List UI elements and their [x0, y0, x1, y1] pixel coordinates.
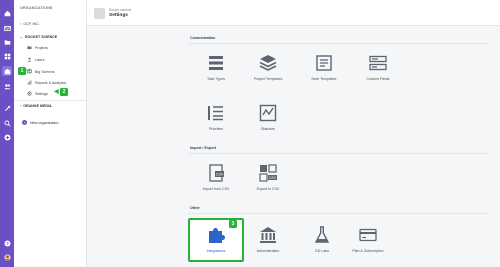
org-sidebar: ORGANIZATIONS › GCP, INC. ⌄ ROCKET SCIEN… [14, 0, 87, 267]
statuses-icon [257, 102, 279, 124]
svg-text:CSV: CSV [269, 176, 277, 180]
org-orange-label: ORANGE MEDIA [23, 104, 52, 108]
step-badge-1: 1 [18, 67, 26, 75]
sidebar-item-big-screens[interactable]: Big Screens [27, 69, 54, 74]
priorities-icon [205, 102, 227, 124]
chevron-right-icon: › [20, 22, 22, 26]
section-divider [188, 43, 488, 44]
arrow-left-icon: ◀ [54, 89, 59, 95]
tile-label: Task Types [207, 77, 225, 81]
task-types-icon [205, 52, 227, 74]
org-gcp-label: GCP, INC. [23, 22, 40, 26]
search-icon[interactable] [2, 118, 12, 128]
sidebar-item-label: Projects [35, 45, 48, 50]
tile-label: GD Labs [314, 249, 330, 253]
sidebar-item-projects[interactable]: Projects [27, 45, 48, 50]
tile-administration[interactable]: Administration [240, 220, 296, 264]
svg-text:CSV: CSV [216, 173, 224, 177]
flask-icon [311, 224, 333, 246]
sidebar-item-reports[interactable]: Reports & Analytics [27, 80, 66, 85]
tile-plan-subscription[interactable]: Plan & Subscription [340, 220, 396, 264]
section-import-export: Import / Export [190, 146, 217, 150]
tile-statuses[interactable]: Statuses [240, 98, 296, 142]
section-divider [188, 153, 488, 154]
tile-task-types[interactable]: Task Types [188, 48, 244, 92]
projects-icon [27, 45, 32, 50]
sidebar-item-settings[interactable]: Settings [27, 91, 48, 96]
sidebar-item-label: Settings [35, 91, 48, 96]
user-avatar[interactable] [2, 252, 12, 262]
step-badge-3: 3 [229, 220, 237, 228]
reports-icon [27, 80, 32, 85]
organizations-heading: ORGANIZATIONS [20, 6, 53, 10]
custom-fields-icon [367, 52, 389, 74]
team-icon[interactable] [2, 81, 12, 91]
tile-label: Custom Fields [366, 77, 390, 81]
home-icon[interactable] [2, 8, 12, 18]
breadcrumb[interactable]: Rocket science [109, 8, 131, 12]
step-badge-2: 2 [60, 88, 68, 96]
section-other: Other [190, 206, 200, 210]
board-icon[interactable] [2, 66, 12, 76]
section-divider [188, 213, 488, 214]
sidebar-divider [14, 100, 87, 101]
tile-label: Plan & Subscription [352, 249, 384, 253]
tile-export-csv[interactable]: CSV Export to CSV [240, 158, 296, 202]
tile-label: Export to CSV [256, 187, 280, 191]
org-orange-media[interactable]: › ORANGE MEDIA [20, 104, 52, 108]
sidebar-item-label: Reports & Analytics [35, 80, 67, 85]
org-rocket-science[interactable]: ⌄ ROCKET SCIENCE [20, 35, 57, 39]
tile-label: Integrations [206, 249, 226, 253]
tile-label: Project Templates [253, 77, 283, 81]
org-gcp[interactable]: › GCP, INC. [20, 22, 40, 26]
arrow-right-icon: ➜ [26, 68, 32, 74]
dashboard-icon[interactable] [2, 51, 12, 61]
chevron-down-icon: ⌄ [20, 35, 24, 39]
tile-project-templates[interactable]: Project Templates [240, 48, 296, 92]
tile-label: Administration [256, 249, 280, 253]
tile-custom-fields[interactable]: Custom Fields [350, 48, 406, 92]
sidebar-item-users[interactable]: Users [27, 57, 44, 62]
tile-note-templates[interactable]: Note Templates [296, 48, 352, 92]
sidebar-item-label: Big Screens [35, 69, 55, 74]
credit-card-icon [357, 224, 379, 246]
new-organization-button[interactable]: + New organization [22, 120, 59, 125]
org-logo [94, 8, 105, 19]
page-header: Rocket science Settings [87, 0, 500, 26]
inbox-icon[interactable] [2, 23, 12, 33]
chevron-right-icon: › [20, 104, 22, 108]
project-templates-icon [257, 52, 279, 74]
administration-icon [257, 224, 279, 246]
new-organization-label: New organization [30, 120, 59, 125]
page-title: Settings [109, 13, 128, 18]
section-customization: Customization [190, 36, 216, 40]
export-csv-icon: CSV [257, 162, 279, 184]
sidebar-item-label: Users [35, 57, 45, 62]
tile-import-csv[interactable]: CSV Import from CSV [188, 158, 244, 202]
settings-icon [27, 91, 32, 96]
puzzle-icon [205, 224, 227, 246]
app-root: ? ORGANIZATIONS › GCP, INC. ⌄ ROCKET SCI… [0, 0, 500, 267]
folder-icon[interactable] [2, 37, 12, 47]
tile-priorities[interactable]: Priorities [188, 98, 244, 142]
icon-rail: ? [0, 0, 14, 267]
svg-text:?: ? [6, 241, 9, 246]
org-rocket-label: ROCKET SCIENCE [25, 35, 58, 39]
import-csv-icon: CSV [205, 162, 227, 184]
note-templates-icon [313, 52, 335, 74]
tools-icon[interactable] [2, 103, 12, 113]
tile-label: Note Templates [311, 77, 337, 81]
tile-label: Statuses [261, 127, 275, 131]
plus-icon: + [22, 120, 27, 125]
tile-label: Import from CSV [202, 187, 230, 191]
help-icon[interactable]: ? [2, 238, 12, 248]
tile-label: Priorities [209, 127, 223, 131]
add-icon[interactable] [2, 132, 12, 142]
users-icon [27, 57, 32, 62]
